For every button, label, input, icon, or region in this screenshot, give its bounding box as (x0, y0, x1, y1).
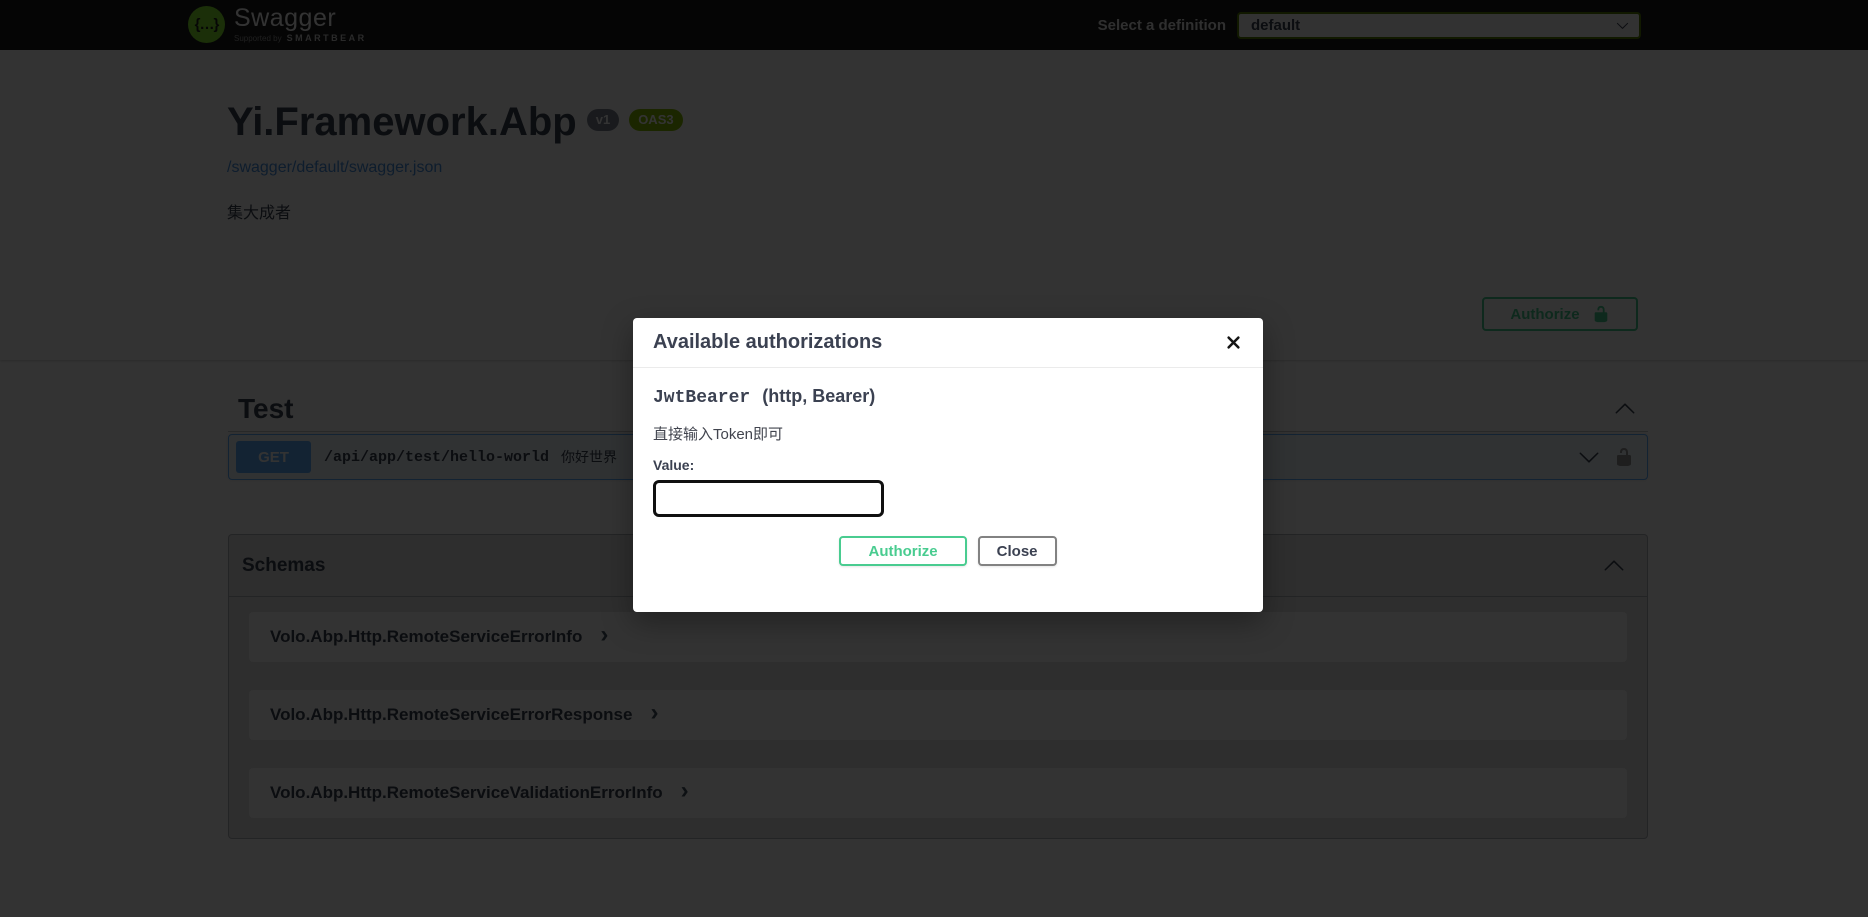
auth-scheme-description: 直接输入Token即可 (653, 423, 1243, 444)
modal-actions: Authorize Close (653, 536, 1243, 566)
modal-header: Available authorizations (633, 318, 1263, 368)
auth-scheme-name: JwtBearer (653, 388, 750, 408)
modal-close-button[interactable]: Close (978, 536, 1057, 566)
token-value-input[interactable] (653, 480, 884, 517)
modal-title: Available authorizations (653, 331, 882, 354)
modal-body: JwtBearer (http, Bearer) 直接输入Token即可 Val… (633, 368, 1263, 590)
auth-scheme-type: (http, Bearer) (762, 386, 875, 407)
auth-scheme-heading: JwtBearer (http, Bearer) (653, 386, 1243, 408)
close-button[interactable] (1224, 333, 1243, 352)
close-icon (1226, 335, 1241, 350)
modal-authorize-button[interactable]: Authorize (839, 536, 966, 566)
value-label: Value: (653, 457, 1243, 473)
authorizations-modal: Available authorizations JwtBearer (http… (633, 318, 1263, 612)
